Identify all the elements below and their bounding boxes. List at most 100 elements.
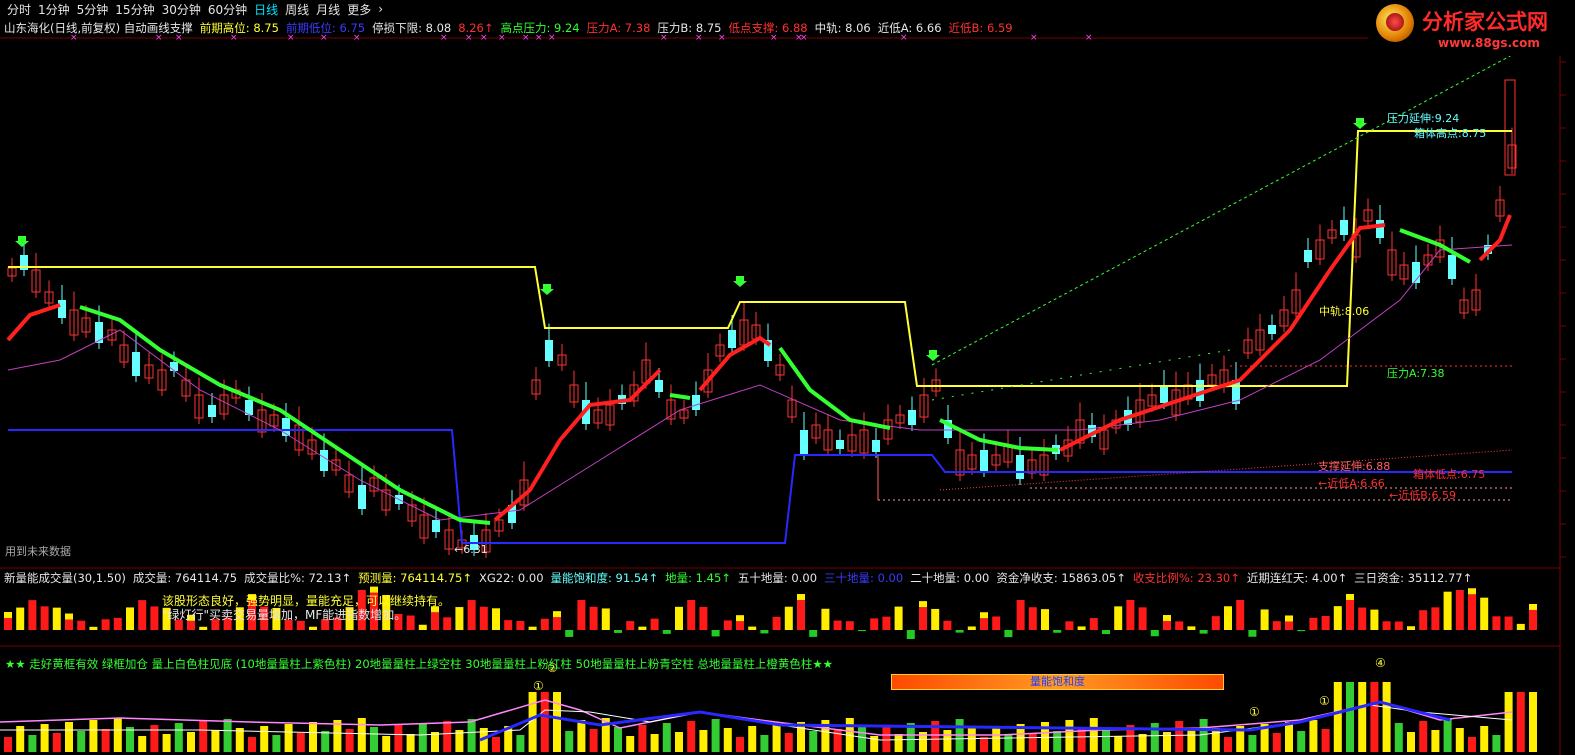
chart-mark-299 xyxy=(553,617,561,630)
x-marker-icon: × xyxy=(1085,33,1093,43)
chart-mark-332 xyxy=(919,607,927,630)
box-high-line xyxy=(8,130,1512,387)
saturation-bar-label: 量能饱和度 xyxy=(1030,675,1085,688)
tab-6[interactable]: 日线 xyxy=(254,1,278,18)
tab-7[interactable]: 周线 xyxy=(285,1,309,18)
tab-2[interactable]: 5分钟 xyxy=(77,1,109,18)
chart-mark-189 xyxy=(1160,385,1168,403)
buy-arrow-icon xyxy=(733,276,747,287)
pressure-a-label: 压力A:7.38 xyxy=(1387,367,1445,380)
chart-mark-15 xyxy=(95,322,103,343)
top_header-field-2: 前期低位: 6.75 xyxy=(285,21,366,35)
top_header-field-4: 8.26↑ xyxy=(458,21,494,35)
chart-mark-393 xyxy=(40,724,49,752)
chart-mark-291 xyxy=(455,607,464,630)
chart-mark-51 xyxy=(320,450,328,471)
tab-4[interactable]: 30分钟 xyxy=(162,1,201,18)
chart-mark-396 xyxy=(77,731,86,752)
chart-mark-347 xyxy=(1077,626,1086,630)
chart-mark-428 xyxy=(467,719,476,752)
chart-mark-324 xyxy=(821,608,830,630)
chart-mark-378 xyxy=(1419,610,1428,630)
chart-mark-460 xyxy=(858,727,866,752)
chart-mark-368 xyxy=(1309,617,1318,630)
chart-mark-413 xyxy=(284,724,293,752)
tab-0[interactable]: 分时 xyxy=(7,1,31,18)
chart-mark-514 xyxy=(1516,692,1525,752)
chart-mark-256 xyxy=(77,620,86,630)
chart-mark-325 xyxy=(833,620,842,630)
chart-mark-422 xyxy=(394,725,403,752)
lowest-price-label: ←6.31 xyxy=(454,543,488,556)
chart-mark-319 xyxy=(772,616,781,630)
chart-mark-295 xyxy=(504,620,513,630)
chart-mark-392 xyxy=(28,735,37,752)
pressure-extension-label: 压力延伸:9.24 xyxy=(1387,112,1460,125)
logo-url: www.88gs.com xyxy=(1438,36,1540,50)
chart-mark-141 xyxy=(872,440,880,452)
chart-mark-383 xyxy=(1468,588,1476,595)
chart-mark-489 xyxy=(1211,728,1220,752)
trend-green-4 xyxy=(939,418,1059,452)
top_header-field-8: 低点支撑: 6.88 xyxy=(728,21,808,35)
chart-mark-334 xyxy=(931,608,940,630)
chart-mark-300 xyxy=(553,611,561,618)
chart-mark-307 xyxy=(638,626,647,630)
chart-mark-483 xyxy=(1138,734,1147,752)
chart-mark-402 xyxy=(150,725,159,752)
chart-mark-301 xyxy=(565,630,574,637)
tab-8[interactable]: 月线 xyxy=(316,1,340,18)
chart-mark-366 xyxy=(1285,615,1293,622)
chart-mark-462 xyxy=(882,725,891,752)
chart-mark-288 xyxy=(431,612,439,630)
tab-3[interactable]: 15分钟 xyxy=(115,1,154,18)
vol_header-field-4: XG22: 0.00 xyxy=(478,571,544,585)
chart-mark-326 xyxy=(845,621,854,630)
kline-chart-canvas[interactable]: × × × × × × × × × × × × × × × × × × ×× × × ×①②①①④ xyxy=(0,0,1575,755)
chart-mark-376 xyxy=(1394,621,1403,630)
support-extension-label: 支撑延伸:6.88 xyxy=(1318,460,1391,473)
chart-mark-444 xyxy=(662,723,671,752)
buy-arrow-icon xyxy=(540,284,554,295)
chart-mark-367 xyxy=(1297,630,1306,632)
chart-mark-321 xyxy=(797,600,805,630)
chart-mark-343 xyxy=(1028,607,1037,630)
chart-mark-387 xyxy=(1516,623,1525,630)
tab-5[interactable]: 60分钟 xyxy=(208,1,247,18)
chart-mark-371 xyxy=(1346,600,1354,630)
chart-mark-315 xyxy=(736,621,744,630)
vol_header-field-3: 预测量: 764114.75↑ xyxy=(358,571,472,585)
chart-mark-421 xyxy=(382,736,391,752)
chart-mark-327 xyxy=(858,630,866,632)
chart-mark-380 xyxy=(1443,591,1452,630)
vol_header-field-9: 二十地量: 0.00 xyxy=(910,571,990,585)
chart-mark-395 xyxy=(65,722,73,752)
chart-mark-147 xyxy=(908,410,916,425)
tab-1[interactable]: 1分钟 xyxy=(38,1,70,18)
chart-mark-259 xyxy=(113,617,122,630)
chart-mark-390 xyxy=(4,737,12,752)
chart-mark-365 xyxy=(1285,621,1293,630)
chart-mark-219 xyxy=(1340,220,1348,235)
chart-mark-323 xyxy=(809,630,818,637)
chart-mark-418 xyxy=(345,729,354,752)
chart-mark-314 xyxy=(723,620,732,630)
chart-mark-297 xyxy=(528,626,537,630)
chart-mark-478 xyxy=(1077,729,1086,752)
chart-mark-330 xyxy=(894,606,903,630)
chart-mark-490 xyxy=(1224,737,1232,752)
tab-10[interactable]: › xyxy=(378,2,383,16)
circle-mark-2: ① xyxy=(1249,705,1260,719)
top_header-field-9: 中轨: 8.06 xyxy=(814,21,871,35)
chart-mark-450 xyxy=(736,737,744,752)
chart-mark-342 xyxy=(1016,600,1025,630)
chart-mark-341 xyxy=(1004,630,1013,638)
chart-mark-261 xyxy=(138,600,147,630)
chart-mark-441 xyxy=(626,736,635,752)
tab-9[interactable]: 更多 xyxy=(347,1,371,18)
chart-mark-496 xyxy=(1297,731,1306,752)
top_header-field-1: 前期高位: 8.75 xyxy=(199,21,279,35)
chart-mark-369 xyxy=(1321,615,1330,630)
chart-mark-286 xyxy=(406,615,415,630)
chart-mark-381 xyxy=(1455,590,1464,630)
